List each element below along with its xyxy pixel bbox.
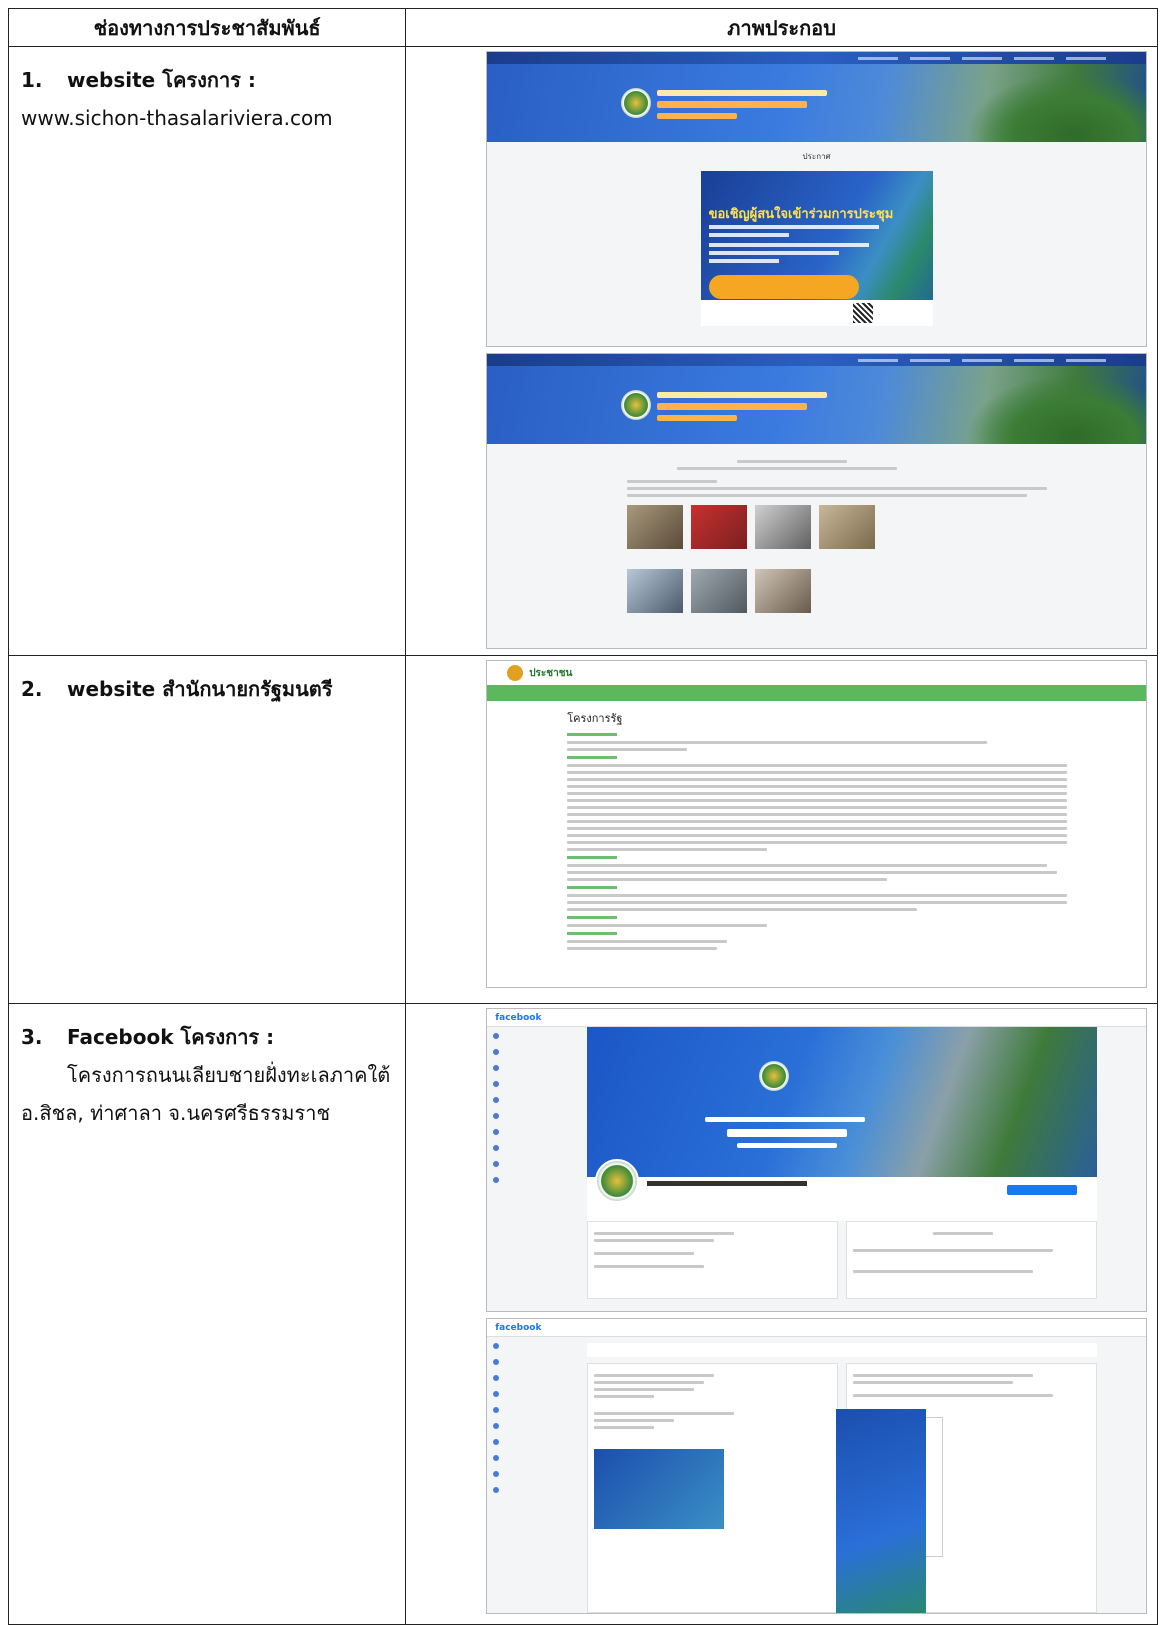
fb-cover-photo — [587, 1027, 1098, 1177]
gov-site-body: โครงการรัฐ — [487, 701, 1146, 950]
photo-gallery — [487, 569, 1146, 613]
channel-cell: 2. website สำนักนายกรัฐมนตรี — [7, 655, 407, 1004]
fb-sidebar — [493, 1033, 503, 1193]
facebook-page-name-line2: อ.สิชล, ท่าศาลา จ.นครศรีธรรมราช — [21, 1101, 331, 1125]
gallery-photo[interactable] — [691, 505, 748, 549]
channel-heading: 1. website โครงการ : — [21, 61, 393, 99]
fb-about-card — [587, 1363, 839, 1613]
table-row: 1. website โครงการ : www.sichon-thasalar… — [7, 46, 1158, 656]
illustration-cell: ประชาชน โครงการรัฐ — [405, 655, 1158, 1004]
fb-post-card — [846, 1221, 1098, 1299]
channel-heading: 2. website สำนักนายกรัฐมนตรี — [21, 670, 393, 708]
fb-follow-button[interactable] — [1007, 1185, 1078, 1195]
project-logo-icon — [759, 1061, 790, 1091]
publicity-table: ช่องทางการประชาสัมพันธ์ ภาพประกอบ 1. web… — [7, 8, 1158, 1625]
table-row: 2. website สำนักนายกรัฐมนตรี ประชาชน โคร… — [7, 655, 1158, 1004]
fb-sidebar — [493, 1343, 503, 1503]
row-number: 2. — [21, 677, 43, 701]
fb-brand: facebook — [495, 1012, 542, 1023]
gallery-photo[interactable] — [755, 505, 812, 549]
channel-cell: 3. Facebook โครงการ : โครงการถนนเลียบชาย… — [7, 1003, 407, 1625]
table-header-row: ช่องทางการประชาสัมพันธ์ ภาพประกอบ — [7, 8, 1158, 47]
header-channel: ช่องทางการประชาสัมพันธ์ — [7, 8, 407, 47]
site-banner — [487, 64, 1146, 142]
illustration-cell: facebook facebook — [405, 1003, 1158, 1625]
project-logo-icon — [621, 88, 652, 118]
channel-cell: 1. website โครงการ : www.sichon-thasalar… — [7, 46, 407, 656]
website-screenshot-announcement: ประกาศ ขอเชิญผู้สนใจเข้าร่วมการประชุม — [486, 51, 1147, 347]
facebook-screenshot-posts: facebook — [486, 1318, 1147, 1614]
illustration-cell: ประกาศ ขอเชิญผู้สนใจเข้าร่วมการประชุม — [405, 46, 1158, 656]
table-row: 3. Facebook โครงการ : โครงการถนนเลียบชาย… — [7, 1003, 1158, 1625]
gov-page-heading: โครงการรัฐ — [567, 712, 623, 725]
gov-site-nav — [487, 685, 1146, 701]
channel-title: Facebook โครงการ : — [67, 1025, 275, 1049]
fb-profile-bar — [587, 1159, 1098, 1221]
fb-shared-poster — [836, 1409, 926, 1613]
facebook-screenshot-profile: facebook — [486, 1008, 1147, 1312]
fb-content-grid — [587, 1221, 1098, 1299]
channel-title: website โครงการ : — [67, 68, 256, 92]
site-nav — [487, 354, 1146, 366]
photo-gallery — [487, 505, 1146, 549]
fb-avatar — [595, 1159, 640, 1203]
gallery-photo[interactable] — [627, 569, 684, 613]
header-illustration: ภาพประกอบ — [405, 8, 1158, 47]
gov-site-header: ประชาชน — [487, 661, 1146, 685]
row-number: 1. — [21, 68, 43, 92]
gallery-photo[interactable] — [819, 505, 876, 549]
qr-code-icon — [852, 303, 873, 323]
project-logo-icon — [621, 390, 652, 420]
facebook-page-name-line1: โครงการถนนเลียบชายฝั่งทะเลภาคใต้ — [67, 1063, 391, 1087]
gov-site-brand: ประชาชน — [529, 667, 573, 679]
fb-topbar: facebook — [487, 1319, 1146, 1337]
row-number: 3. — [21, 1025, 43, 1049]
fb-brand: facebook — [495, 1322, 542, 1333]
site-nav — [487, 52, 1146, 64]
gov-website-screenshot: ประชาชน โครงการรัฐ — [486, 660, 1147, 988]
poster-date-pill — [708, 275, 859, 299]
announcement-caption: ประกาศ — [802, 152, 831, 161]
gallery-photo[interactable] — [691, 569, 748, 613]
poster-headline: ขอเชิญผู้สนใจเข้าร่วมการประชุม — [708, 207, 894, 222]
channel-heading: 3. Facebook โครงการ : — [21, 1018, 393, 1056]
gallery-photo[interactable] — [627, 505, 684, 549]
meeting-poster: ขอเชิญผู้สนใจเข้าร่วมการประชุม — [700, 171, 933, 326]
gallery-photo[interactable] — [755, 569, 812, 613]
website-url[interactable]: www.sichon-thasalariviera.com — [21, 99, 393, 137]
gov-logo-icon — [507, 665, 524, 681]
site-banner — [487, 366, 1146, 444]
channel-title: website สำนักนายกรัฐมนตรี — [67, 677, 333, 701]
fb-intro-card — [587, 1221, 839, 1299]
website-screenshot-gallery — [486, 353, 1147, 649]
fb-topbar: facebook — [487, 1009, 1146, 1027]
